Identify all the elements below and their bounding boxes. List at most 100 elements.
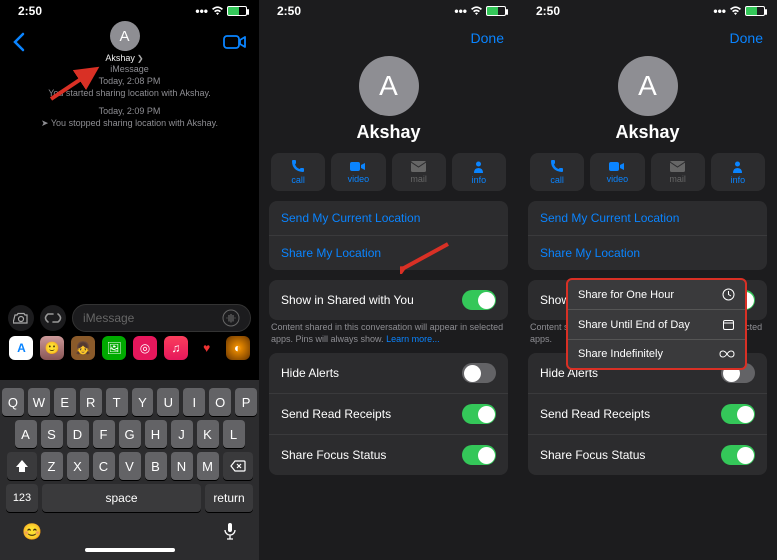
- key-d[interactable]: D: [67, 420, 89, 448]
- battery-icon: [745, 6, 765, 16]
- done-button[interactable]: Done: [471, 30, 504, 46]
- key-b[interactable]: B: [145, 452, 167, 480]
- status-time: 2:50: [18, 4, 42, 18]
- share-duration-popover: Share for One Hour Share Until End of Da…: [566, 278, 747, 370]
- info-action[interactable]: info: [711, 153, 765, 191]
- key-q[interactable]: Q: [2, 388, 24, 416]
- keyboard: QWERTYUIOP ASDFGHJKL ZXCVBNM 123 space r…: [0, 380, 259, 560]
- key-m[interactable]: M: [197, 452, 219, 480]
- back-button[interactable]: [12, 32, 26, 52]
- share-my-location[interactable]: Share My Location: [269, 236, 508, 270]
- hide-alerts-row[interactable]: Hide Alerts: [269, 353, 508, 394]
- key-p[interactable]: P: [235, 388, 257, 416]
- status-bar: 2:50 •••: [518, 0, 777, 22]
- hide-alerts-toggle[interactable]: [462, 363, 496, 383]
- calendar-icon: [722, 318, 735, 331]
- video-action[interactable]: video: [590, 153, 644, 191]
- message-input[interactable]: iMessage: [72, 304, 251, 332]
- mail-action: mail: [392, 153, 446, 191]
- done-button[interactable]: Done: [730, 30, 763, 46]
- audio-wave-icon[interactable]: [222, 309, 240, 327]
- key-a[interactable]: A: [15, 420, 37, 448]
- status-time: 2:50: [277, 4, 301, 18]
- info-action[interactable]: info: [452, 153, 506, 191]
- facetime-button[interactable]: [223, 34, 247, 50]
- learn-more-link[interactable]: Learn more...: [386, 334, 440, 344]
- contact-avatar[interactable]: A: [110, 21, 140, 51]
- chat-timestamp: Today, 2:08 PM: [18, 76, 241, 86]
- key-x[interactable]: X: [67, 452, 89, 480]
- focus-status-toggle[interactable]: [462, 445, 496, 465]
- contact-name-large: Akshay: [259, 122, 518, 143]
- status-time: 2:50: [536, 4, 560, 18]
- contact-name: Akshay: [105, 53, 135, 63]
- shared-with-you-row[interactable]: Show in Shared with You: [269, 280, 508, 320]
- send-current-location[interactable]: Send My Current Location: [528, 201, 767, 236]
- memoji-icon[interactable]: 🙂: [40, 336, 64, 360]
- emoji-key[interactable]: 😊: [22, 522, 42, 542]
- contact-avatar-large[interactable]: A: [359, 56, 419, 116]
- mail-icon: [670, 161, 685, 172]
- key-o[interactable]: O: [209, 388, 231, 416]
- shift-key[interactable]: [7, 452, 37, 480]
- key-j[interactable]: J: [171, 420, 193, 448]
- key-u[interactable]: U: [157, 388, 179, 416]
- key-y[interactable]: Y: [132, 388, 154, 416]
- clock-icon: [722, 288, 735, 301]
- memoji-icon-2[interactable]: 👧: [71, 336, 95, 360]
- key-t[interactable]: T: [106, 388, 128, 416]
- key-c[interactable]: C: [93, 452, 115, 480]
- share-my-location[interactable]: Share My Location: [528, 236, 767, 270]
- send-current-location[interactable]: Send My Current Location: [269, 201, 508, 236]
- key-z[interactable]: Z: [41, 452, 63, 480]
- photos-icon[interactable]: 🖼: [102, 336, 126, 360]
- read-receipts-row[interactable]: Send Read Receipts: [528, 394, 767, 435]
- call-action[interactable]: call: [271, 153, 325, 191]
- key-r[interactable]: R: [80, 388, 102, 416]
- key-h[interactable]: H: [145, 420, 167, 448]
- share-indefinitely[interactable]: Share Indefinitely: [568, 340, 745, 368]
- focus-status-row[interactable]: Share Focus Status: [528, 435, 767, 475]
- digital-touch-icon[interactable]: ♥: [195, 336, 219, 360]
- wifi-icon: [729, 6, 742, 16]
- shared-with-you-toggle[interactable]: [462, 290, 496, 310]
- return-key[interactable]: return: [205, 484, 253, 512]
- camera-button[interactable]: [8, 305, 34, 331]
- space-key[interactable]: space: [42, 484, 201, 512]
- read-receipts-toggle[interactable]: [721, 404, 755, 424]
- backspace-key[interactable]: [223, 452, 253, 480]
- chat-body: iMessage Today, 2:08 PM You started shar…: [0, 56, 259, 137]
- video-action[interactable]: video: [331, 153, 385, 191]
- key-k[interactable]: K: [197, 420, 219, 448]
- key-l[interactable]: L: [223, 420, 245, 448]
- numbers-key[interactable]: 123: [6, 484, 38, 512]
- fitness-icon[interactable]: ◎: [133, 336, 157, 360]
- focus-status-row[interactable]: Share Focus Status: [269, 435, 508, 475]
- key-f[interactable]: F: [93, 420, 115, 448]
- dictation-key[interactable]: [223, 522, 237, 542]
- home-indicator[interactable]: [85, 548, 175, 552]
- read-receipts-toggle[interactable]: [462, 404, 496, 424]
- contact-avatar-large[interactable]: A: [618, 56, 678, 116]
- chat-system-msg: ➤ You stopped sharing location with Aksh…: [18, 118, 241, 129]
- key-s[interactable]: S: [41, 420, 63, 448]
- app-extra-icon[interactable]: ◐: [226, 336, 250, 360]
- key-v[interactable]: V: [119, 452, 141, 480]
- status-bar: 2:50 •••: [0, 0, 259, 22]
- apps-strip: A 🙂 👧 🖼 ◎ ♫ ♥ ◐: [0, 334, 259, 362]
- share-end-of-day[interactable]: Share Until End of Day: [568, 310, 745, 340]
- key-g[interactable]: G: [119, 420, 141, 448]
- read-receipts-row[interactable]: Send Read Receipts: [269, 394, 508, 435]
- focus-status-toggle[interactable]: [721, 445, 755, 465]
- chevron-right-icon: ❯: [137, 54, 144, 63]
- call-action[interactable]: call: [530, 153, 584, 191]
- share-one-hour[interactable]: Share for One Hour: [568, 280, 745, 310]
- app-store-icon[interactable]: A: [9, 336, 33, 360]
- key-w[interactable]: W: [28, 388, 50, 416]
- key-n[interactable]: N: [171, 452, 193, 480]
- key-e[interactable]: E: [54, 388, 76, 416]
- music-icon[interactable]: ♫: [164, 336, 188, 360]
- contact-name-row[interactable]: Akshay ❯: [26, 53, 223, 63]
- apps-button[interactable]: [40, 305, 66, 331]
- key-i[interactable]: I: [183, 388, 205, 416]
